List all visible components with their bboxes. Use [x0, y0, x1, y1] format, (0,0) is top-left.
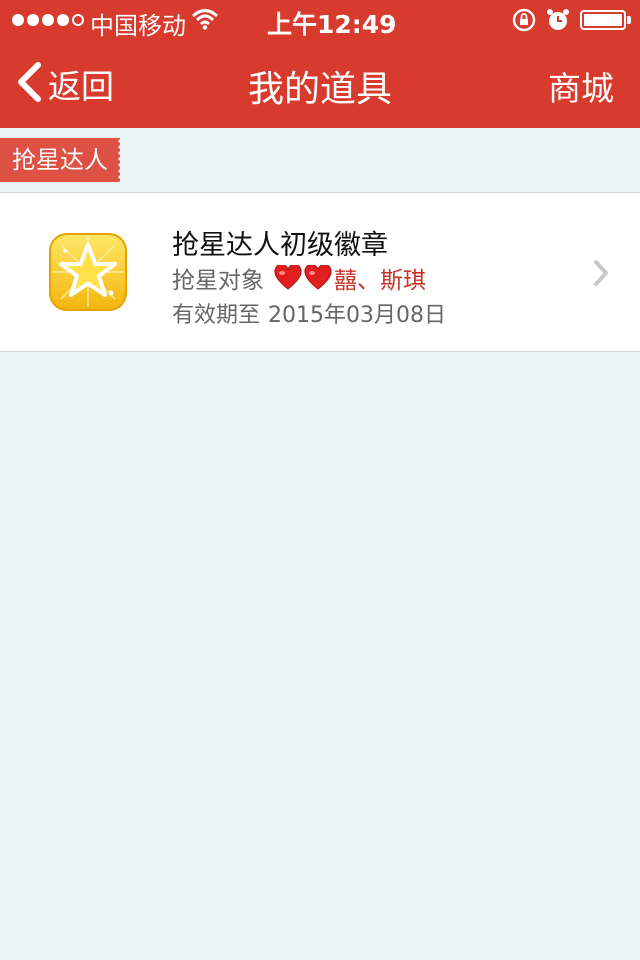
- target-names: 囍、斯琪: [334, 268, 426, 294]
- expiry-date: 2015年03月08日: [268, 303, 446, 328]
- back-label: 返回: [48, 67, 114, 106]
- gold-star-badge-icon: [49, 233, 127, 311]
- hearts: [274, 265, 332, 291]
- expiry-label: 有效期至: [172, 303, 261, 328]
- battery-level: [584, 14, 622, 26]
- star-target-row: 抢星对象 囍、斯琪: [172, 261, 426, 295]
- signal-dot: [42, 14, 54, 26]
- app-header: 中国移动 上午12:49 返回 我的道具 商城: [0, 0, 640, 128]
- signal-dot: [72, 14, 84, 26]
- status-bar: 中国移动 上午12:49: [0, 0, 640, 40]
- chevron-left-icon: [16, 62, 42, 106]
- navigation-bar: 返回 我的道具 商城: [0, 40, 640, 128]
- target-label: 抢星对象: [172, 268, 264, 294]
- battery-tip: [627, 16, 631, 24]
- back-button[interactable]: 返回: [16, 60, 114, 108]
- section-tag: 抢星达人: [0, 138, 122, 182]
- carrier-name: 中国移动: [90, 12, 186, 40]
- heart-icon: [304, 265, 332, 290]
- chevron-right-icon: [592, 259, 610, 291]
- rotation-lock-icon: [512, 8, 536, 36]
- item-title: 抢星达人初级徽章: [172, 230, 388, 261]
- list-item[interactable]: 抢星达人初级徽章 抢星对象 囍、斯琪 有效期至 2015年03月08日: [0, 192, 640, 352]
- alarm-icon: [546, 8, 570, 36]
- signal-dot: [27, 14, 39, 26]
- wifi-icon: [191, 8, 219, 34]
- shop-button[interactable]: 商城: [548, 62, 614, 110]
- signal-dot: [57, 14, 69, 26]
- heart-icon: [274, 265, 302, 290]
- expiry-row: 有效期至 2015年03月08日: [172, 297, 454, 329]
- battery-icon: [580, 10, 626, 30]
- signal-strength: [12, 14, 84, 26]
- signal-dot: [12, 14, 24, 26]
- clock-time: 上午12:49: [267, 10, 397, 39]
